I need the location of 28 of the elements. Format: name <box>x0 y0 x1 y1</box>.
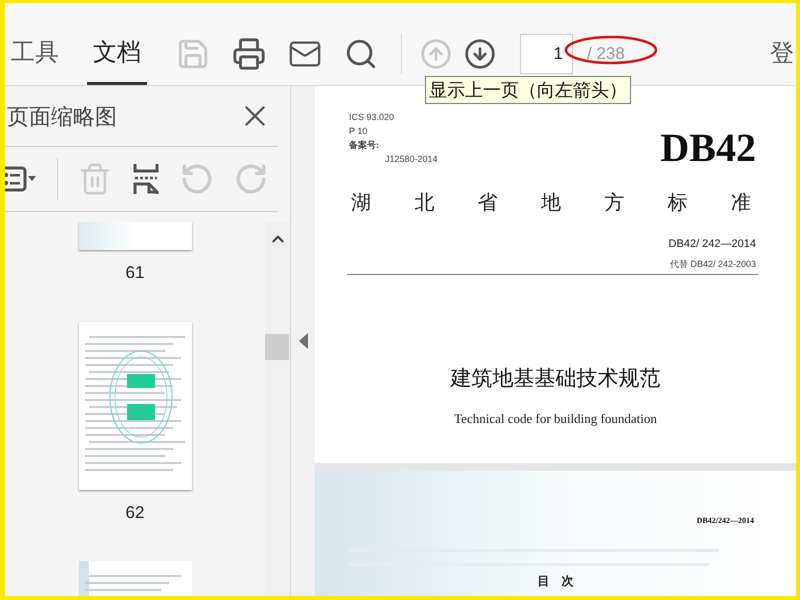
standard-number: DB42/ 242—2014 <box>668 237 756 252</box>
options-icon[interactable] <box>5 166 37 192</box>
panel-title: 页面缩略图 <box>7 102 117 130</box>
standard-number: DB42/242—2014 <box>696 515 754 527</box>
replaces-text: 代替 DB42/ 242-2003 <box>670 258 756 270</box>
doc-text: 备案号: <box>349 139 380 152</box>
doc-text: P 10 <box>349 125 368 138</box>
doc-text: J12580-2014 <box>384 153 438 166</box>
page-total: / 238 <box>586 44 626 63</box>
toolbar-label[interactable]: 登 <box>770 36 794 72</box>
scrollbar-thumb[interactable] <box>265 334 289 360</box>
document-title: 建筑地基基础技术规范 <box>450 366 660 392</box>
scrollbar[interactable] <box>265 222 290 596</box>
page-thumbnail[interactable] <box>78 222 192 250</box>
collapse-triangle-icon[interactable] <box>298 333 308 349</box>
document-subtitle: Technical code for building foundation <box>454 410 657 428</box>
tooltip: 显示上一页（向左箭头） <box>425 76 631 104</box>
page-number-label: 62 <box>126 502 144 524</box>
standard-code: DB42 <box>660 124 756 172</box>
doc-text: ICS 93.020 <box>349 111 396 124</box>
extract-page-icon[interactable] <box>132 162 160 196</box>
section-heading: 目 次 <box>538 573 574 590</box>
page-thumbnail[interactable] <box>78 322 192 490</box>
standard-category: 湖北省地方标准 <box>351 191 751 216</box>
toolbar-tab[interactable]: 工具 <box>5 23 65 85</box>
page-number-label: 61 <box>126 262 144 284</box>
page-number-field[interactable]: 1 <box>520 34 573 74</box>
print-icon[interactable] <box>231 36 267 72</box>
